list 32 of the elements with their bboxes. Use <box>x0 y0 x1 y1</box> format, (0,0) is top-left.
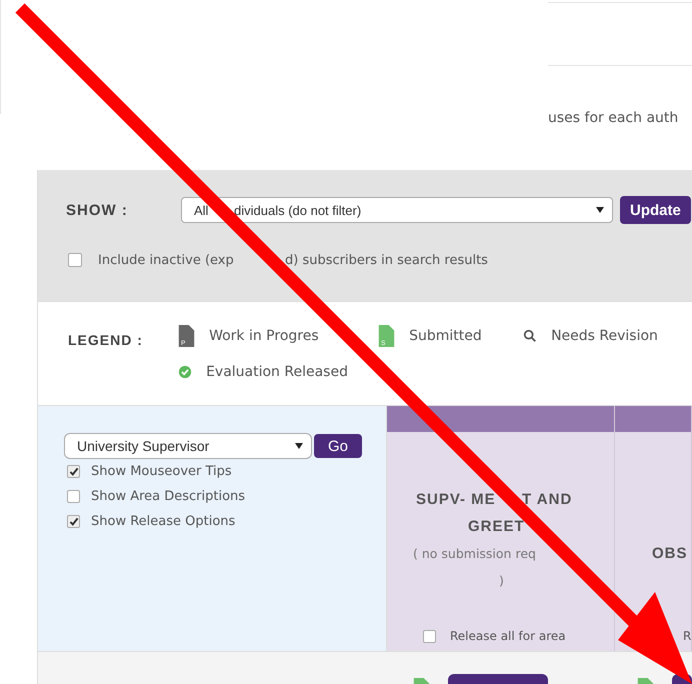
check-circle-icon <box>178 365 192 379</box>
column-title: OBS <box>652 545 688 562</box>
show-label: SHOW : <box>66 202 129 218</box>
dropdown-caret-icon <box>295 443 303 449</box>
checkbox-label: Show Area Descriptions <box>91 489 246 504</box>
checkbox-label: Include inactive (exp d) subscribers in search results <box>98 252 488 268</box>
release-label: R <box>683 629 692 643</box>
checkbox[interactable] <box>68 253 82 267</box>
checkbox[interactable] <box>423 630 436 642</box>
column-title: T AND <box>522 491 572 508</box>
column-title: GREET <box>468 518 525 535</box>
go-button[interactable]: Go <box>314 434 362 458</box>
legend-item-label: Evaluation Released <box>206 364 348 380</box>
checkbox[interactable] <box>67 515 80 528</box>
column-note: ) <box>498 572 505 590</box>
checkbox-label: Show Release Options <box>91 514 236 529</box>
checkbox[interactable] <box>67 465 80 478</box>
dropdown-caret-icon <box>596 207 604 213</box>
intro-text: uses for each auth <box>548 110 680 128</box>
update-button[interactable]: Update <box>620 196 691 224</box>
role-select[interactable]: University Supervisor <box>64 433 312 459</box>
checkbox-label: Show Mouseover Tips <box>91 464 232 479</box>
release-label: Release all for area <box>450 629 566 643</box>
filter-select[interactable]: All dividuals (do not filter) <box>181 197 613 223</box>
legend-item-label: Submitted <box>409 328 482 344</box>
column-title: SUPV- ME <box>416 491 497 508</box>
search-icon <box>523 329 538 343</box>
checkbox[interactable] <box>67 490 80 503</box>
legend-label: LEGEND : <box>68 331 144 350</box>
legend-item-label: Needs Revision <box>551 328 658 344</box>
column-note: ( no submission req <box>413 545 537 563</box>
legend-item-label: Work in Progres <box>209 328 319 344</box>
